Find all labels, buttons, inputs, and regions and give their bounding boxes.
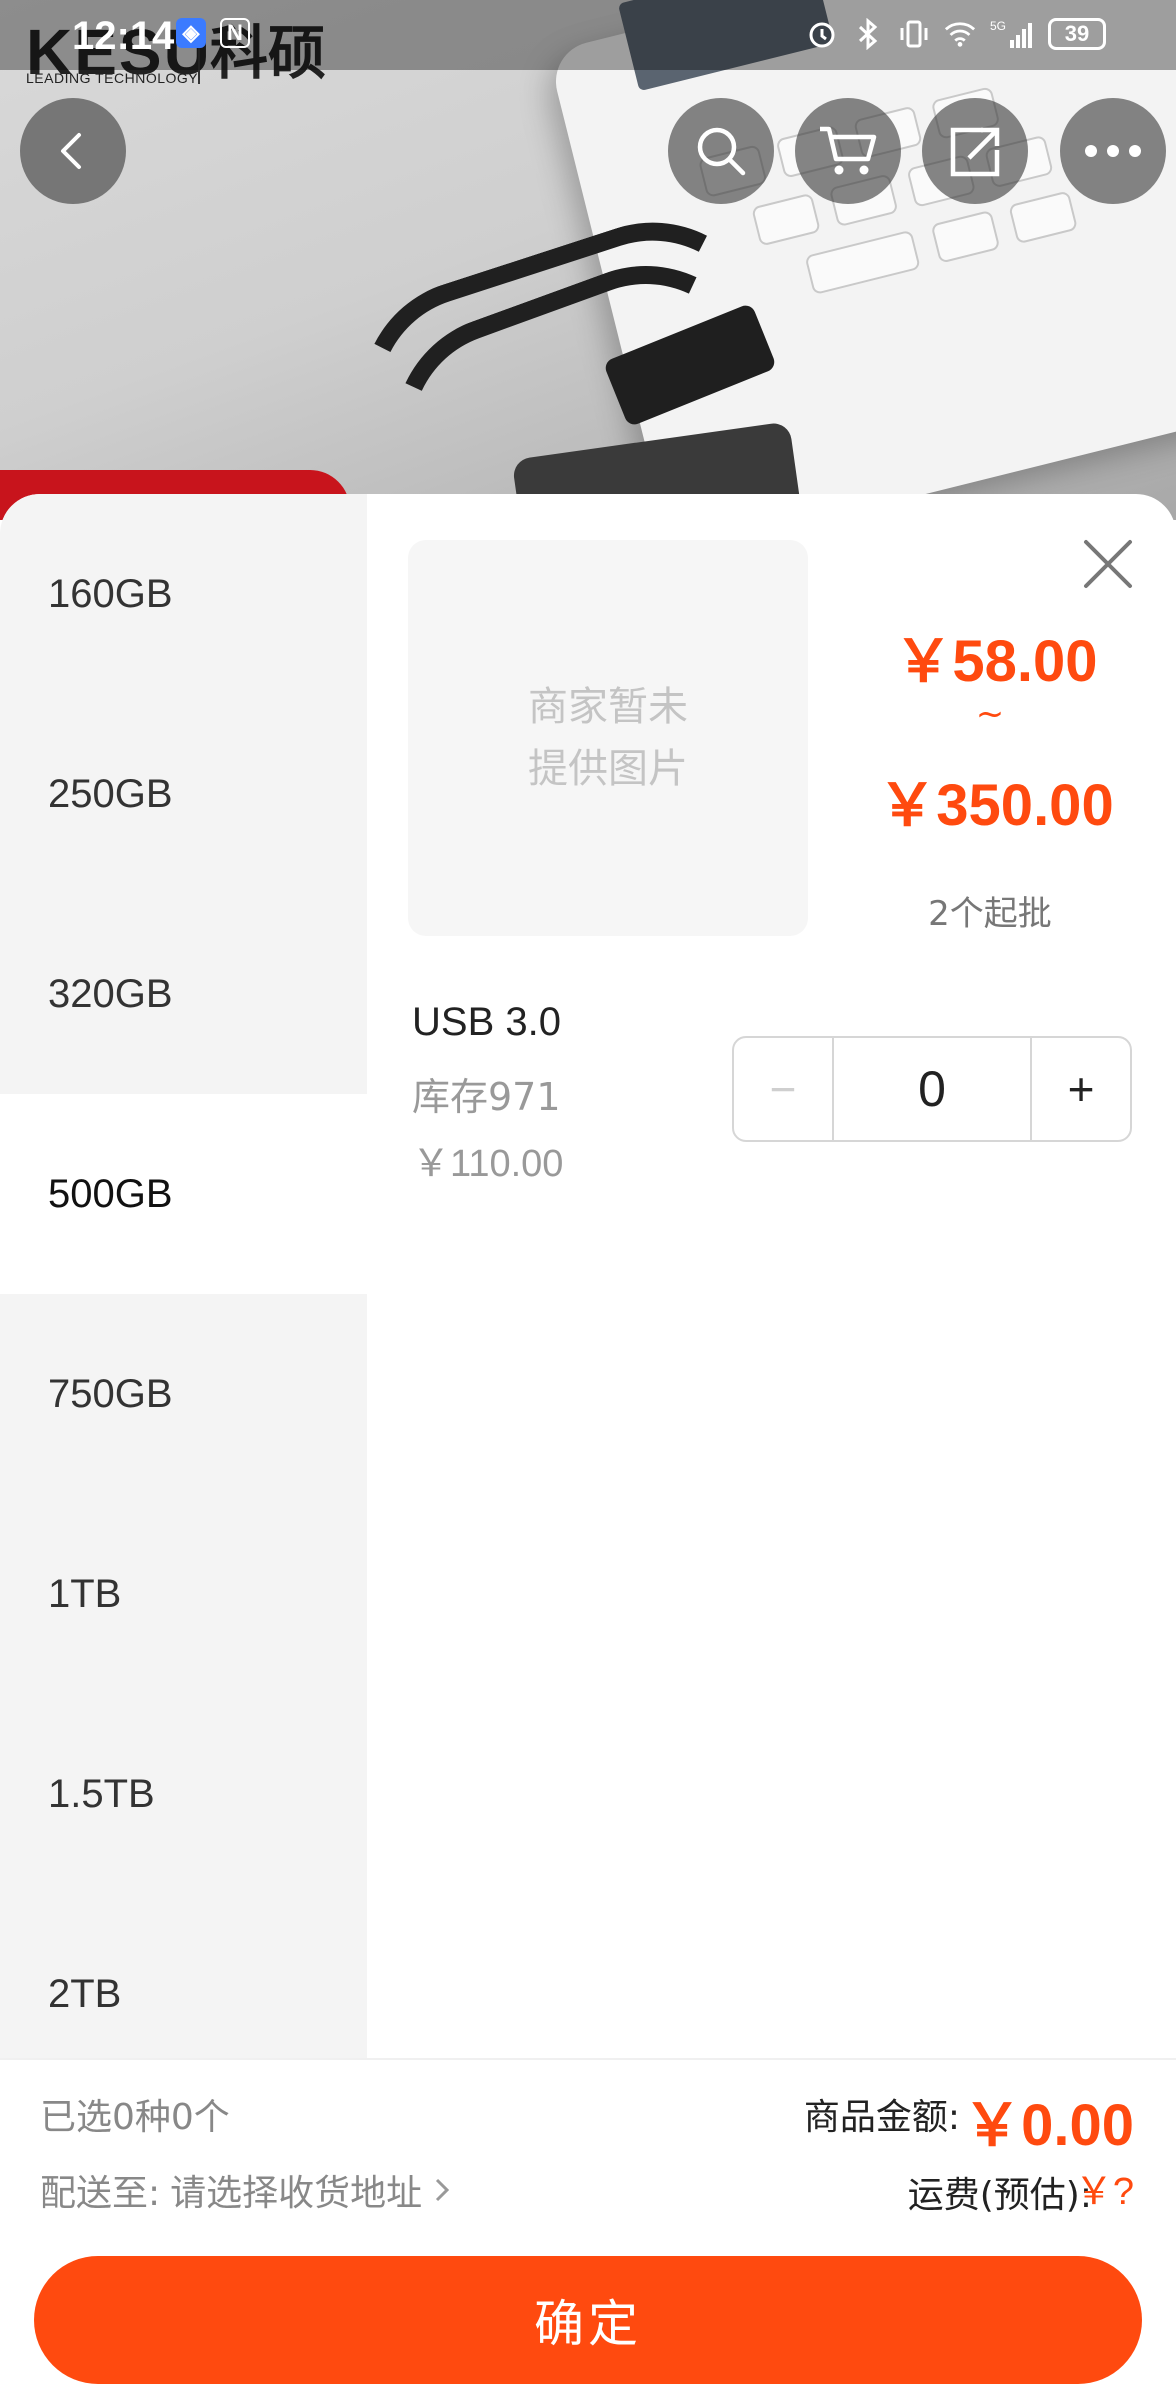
more-button[interactable] — [1060, 98, 1166, 204]
more-icon — [1085, 145, 1141, 157]
increase-button[interactable]: + — [1030, 1038, 1130, 1140]
product-image-placeholder: 商家暂未 提供图片 — [408, 540, 808, 936]
placeholder-text-line2: 提供图片 — [528, 746, 688, 792]
location-icon: ◈ — [176, 18, 206, 48]
close-button[interactable] — [1080, 536, 1136, 592]
freight-label: 运费(预估): — [907, 2175, 1092, 2216]
price-range-separator: ~ — [975, 694, 1005, 734]
vibrate-icon — [898, 16, 930, 52]
delivery-value: 请选择收货地址 — [170, 2173, 423, 2214]
confirm-button[interactable]: 确定 — [34, 2256, 1142, 2384]
quantity-stepper: − 0 + — [732, 1036, 1132, 1142]
status-time: 12:14 — [72, 14, 175, 58]
min-batch-text: 2个起批 — [928, 894, 1052, 934]
cart-icon — [820, 126, 877, 175]
status-bar: 12:14 ◈ N 5G 39 — [0, 0, 1176, 70]
amount-label: 商品金额: — [803, 2097, 960, 2138]
wifi-icon — [944, 16, 976, 52]
sidebar-item-500gb[interactable]: 500GB — [0, 1094, 367, 1294]
variant-stock: 库存971 — [412, 1075, 561, 1119]
price-min: ￥58.00 — [894, 629, 1098, 694]
share-icon — [950, 127, 1000, 177]
selected-summary: 已选0种0个 — [40, 2097, 230, 2138]
search-icon — [697, 127, 746, 176]
sidebar-item-1tb[interactable]: 1TB — [0, 1494, 367, 1694]
signal-icon: 5G — [990, 16, 1034, 52]
alarm-icon — [806, 16, 838, 52]
sidebar-item-750gb[interactable]: 750GB — [0, 1294, 367, 1494]
freight-value: ￥? — [1074, 2171, 1134, 2213]
share-button[interactable] — [922, 98, 1028, 204]
delivery-label: 配送至: — [40, 2173, 161, 2214]
price-max: ￥350.00 — [878, 773, 1114, 838]
sidebar-item-1-5tb[interactable]: 1.5TB — [0, 1694, 367, 1894]
sidebar-item-320gb[interactable]: 320GB — [0, 894, 367, 1094]
sku-selector-sheet: 160GB 250GB 320GB 500GB 750GB 1TB 1.5TB … — [0, 494, 1176, 2400]
variant-price: ￥110.00 — [412, 1143, 564, 1185]
back-button[interactable] — [20, 98, 126, 204]
variant-name: USB 3.0 — [412, 1000, 561, 1044]
bluetooth-icon — [852, 16, 884, 52]
back-icon — [61, 133, 81, 169]
screen: KESU 科硕 LEADING TECHNOLOGY 12:14 ◈ N 5G — [0, 0, 1176, 2400]
order-summary-footer: 已选0种0个 配送至: 请选择收货地址 商品金额: ￥0.00 运费(预估): … — [0, 2058, 1176, 2400]
decrease-button[interactable]: − — [734, 1038, 834, 1140]
cart-button[interactable] — [795, 98, 901, 204]
amount-value: ￥0.00 — [963, 2093, 1134, 2158]
delivery-address-link[interactable]: 配送至: 请选择收货地址 — [40, 2164, 452, 2216]
search-button[interactable] — [668, 98, 774, 204]
close-icon — [1084, 540, 1132, 588]
brand-tagline: LEADING TECHNOLOGY — [26, 70, 199, 86]
sidebar-item-250gb[interactable]: 250GB — [0, 694, 367, 894]
nfc-icon: N — [220, 18, 250, 48]
svg-text:5G: 5G — [990, 19, 1006, 33]
quantity-input[interactable]: 0 — [834, 1038, 1030, 1140]
capacity-sidebar: 160GB 250GB 320GB 500GB 750GB 1TB 1.5TB … — [0, 494, 367, 2058]
chevron-right-icon — [436, 2178, 450, 2202]
battery-icon: 39 — [1048, 18, 1106, 50]
placeholder-text-line1: 商家暂未 — [528, 684, 688, 730]
sidebar-item-160gb[interactable]: 160GB — [0, 494, 367, 694]
product-hero-image: KESU 科硕 LEADING TECHNOLOGY — [0, 0, 1176, 520]
